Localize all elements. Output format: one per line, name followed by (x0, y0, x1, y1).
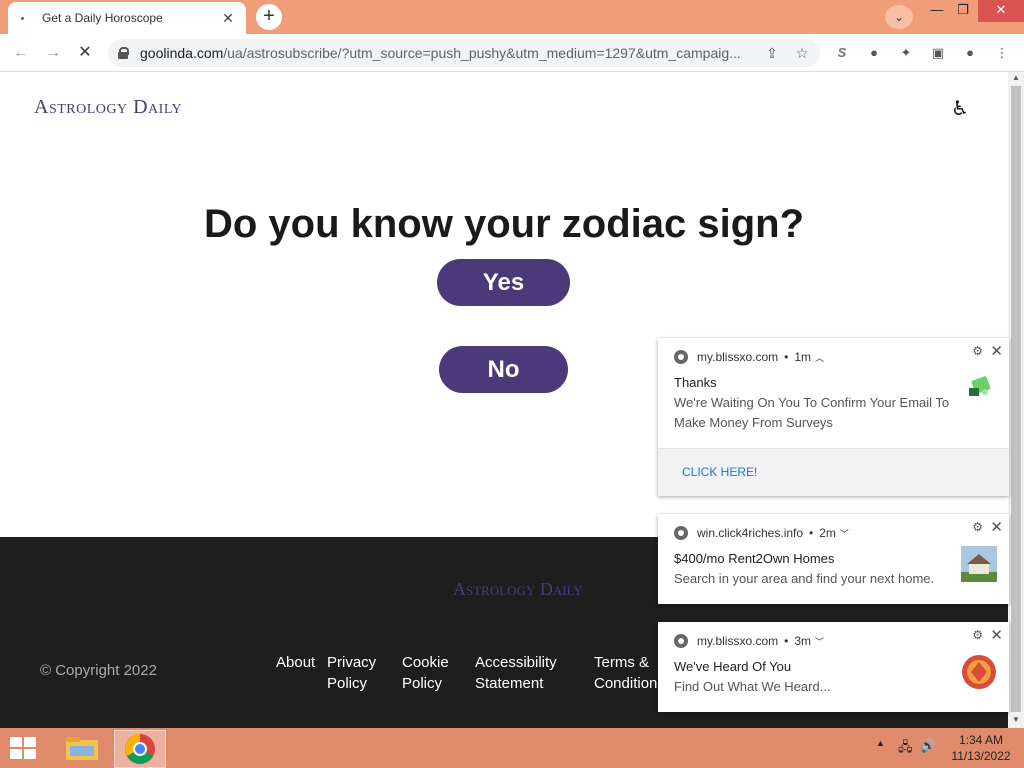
taskbar-clock[interactable]: 1:34 AM 11/13/2022 (946, 732, 1016, 764)
notification-header: my.blissxo.com • 1m ︿ (674, 350, 824, 364)
chevron-down-icon[interactable]: ﹀ (815, 635, 824, 648)
volume-icon[interactable]: 🔊 (920, 738, 936, 754)
url-text[interactable]: goolinda.com/ua/astrosubscribe/?utm_sour… (140, 45, 760, 61)
notification-header: my.blissxo.com • 3m ﹀ (674, 634, 824, 648)
restore-button[interactable]: ❐ (948, 0, 978, 22)
click-here-button[interactable]: CLICK HERE! (682, 465, 757, 479)
yes-button[interactable]: Yes (437, 259, 570, 306)
close-icon[interactable]: ✕ (990, 342, 1003, 360)
notification-source: my.blissxo.com (697, 634, 779, 648)
notification-card[interactable]: my.blissxo.com • 1m ︿ ⚙ ✕ Thanks We're W… (658, 338, 1009, 496)
scrollbar-thumb[interactable] (1011, 86, 1021, 712)
close-icon[interactable]: ✕ (990, 626, 1003, 644)
chevron-up-icon[interactable]: ︿ (815, 351, 824, 364)
emblem-icon (962, 655, 996, 689)
chrome-taskbar-icon[interactable] (114, 730, 166, 768)
house-image-icon (961, 546, 997, 582)
site-logo[interactable]: Astrology Daily (34, 96, 182, 119)
bookmark-star-icon[interactable]: ☆ (790, 45, 814, 62)
notification-body: Search in your area and find your next h… (674, 571, 935, 586)
scroll-up-icon[interactable]: ▲ (1008, 72, 1024, 84)
notification-title: Thanks (674, 375, 717, 390)
notification-age: 1m (794, 350, 811, 364)
page-scrollbar[interactable]: ▲ ▼ (1008, 72, 1024, 728)
extensions-puzzle-icon[interactable]: ✦ (896, 43, 916, 63)
side-panel-icon[interactable]: ▣ (928, 43, 948, 63)
footer-link-about[interactable]: About (276, 652, 315, 673)
chrome-icon (674, 526, 688, 540)
notification-card[interactable]: my.blissxo.com • 3m ﹀ ⚙ ✕ We've Heard Of… (658, 622, 1009, 712)
chrome-icon (674, 350, 688, 364)
file-explorer-icon[interactable] (56, 730, 108, 768)
accessibility-icon[interactable]: ♿ (948, 96, 972, 120)
lock-icon[interactable] (118, 47, 129, 59)
notification-header: win.click4riches.info • 2m ﹀ (674, 526, 849, 540)
notification-age: 3m (794, 634, 811, 648)
loading-spinner-icon (18, 11, 32, 25)
notification-body: We're Waiting On You To Confirm Your Ema… (674, 395, 950, 430)
zodiac-question-heading: Do you know your zodiac sign? (203, 202, 805, 246)
extension-s-icon[interactable]: S (832, 43, 852, 63)
close-icon[interactable]: ✕ (990, 518, 1003, 536)
footer-link-cookie-policy[interactable]: Cookie Policy (402, 652, 449, 694)
notification-age: 2m (819, 526, 836, 540)
notification-title: We've Heard Of You (674, 659, 792, 674)
extension-bird-icon[interactable]: ● (864, 43, 884, 63)
notification-body: Find Out What We Heard... (674, 679, 831, 694)
settings-gear-icon[interactable]: ⚙ (972, 628, 983, 642)
forward-button[interactable]: → (41, 41, 65, 65)
network-icon[interactable]: 🖧 (898, 738, 913, 760)
notification-source: win.click4riches.info (697, 526, 804, 540)
show-hidden-icons-icon[interactable]: ▲ (876, 738, 885, 748)
notification-action-bar: CLICK HERE! (658, 448, 1009, 496)
share-icon[interactable]: ⇪ (760, 45, 784, 62)
footer-link-privacy-policy[interactable]: Privacy Policy (327, 652, 376, 694)
footer-logo[interactable]: Astrology Daily (453, 579, 583, 600)
copyright-text: © Copyright 2022 (40, 662, 157, 679)
tab-strip: Get a Daily Horoscope ✕ + ⌄ — ❐ ✕ (0, 0, 1024, 34)
browser-tab[interactable]: Get a Daily Horoscope ✕ (8, 2, 246, 34)
notification-source: my.blissxo.com (697, 350, 779, 364)
new-tab-button[interactable]: + (256, 4, 282, 30)
scroll-down-icon[interactable]: ▼ (1008, 714, 1024, 726)
back-button[interactable]: ← (9, 41, 33, 65)
tab-search-button[interactable]: ⌄ (885, 5, 913, 29)
site-header: Astrology Daily ♿ (0, 72, 1008, 150)
settings-gear-icon[interactable]: ⚙ (972, 344, 983, 358)
stop-loading-button[interactable]: ✕ (73, 41, 97, 65)
windows-taskbar: ▲ 🖧 🔊 1:34 AM 11/13/2022 (0, 728, 1024, 768)
money-icon (969, 376, 991, 396)
profile-avatar-icon[interactable]: ● (960, 43, 980, 63)
address-bar[interactable]: goolinda.com/ua/astrosubscribe/?utm_sour… (108, 39, 820, 67)
notification-card[interactable]: win.click4riches.info • 2m ﹀ ⚙ ✕ $400/mo… (658, 514, 1009, 604)
chevron-down-icon[interactable]: ﹀ (840, 527, 849, 540)
tab-title: Get a Daily Horoscope (42, 11, 163, 25)
settings-gear-icon[interactable]: ⚙ (972, 520, 983, 534)
browser-toolbar: ← → ✕ goolinda.com/ua/astrosubscribe/?ut… (0, 34, 1024, 72)
footer-link-accessibility-statement[interactable]: Accessibility Statement (475, 652, 557, 694)
chrome-icon (674, 634, 688, 648)
window-close-button[interactable]: ✕ (978, 0, 1024, 22)
windows-start-icon[interactable] (10, 737, 38, 761)
no-button[interactable]: No (439, 346, 568, 393)
tab-close-icon[interactable]: ✕ (220, 10, 236, 27)
footer-link-terms[interactable]: Terms & Condition (594, 652, 657, 694)
browser-menu-icon[interactable]: ⋮ (992, 43, 1012, 63)
notification-title: $400/mo Rent2Own Homes (674, 551, 835, 566)
